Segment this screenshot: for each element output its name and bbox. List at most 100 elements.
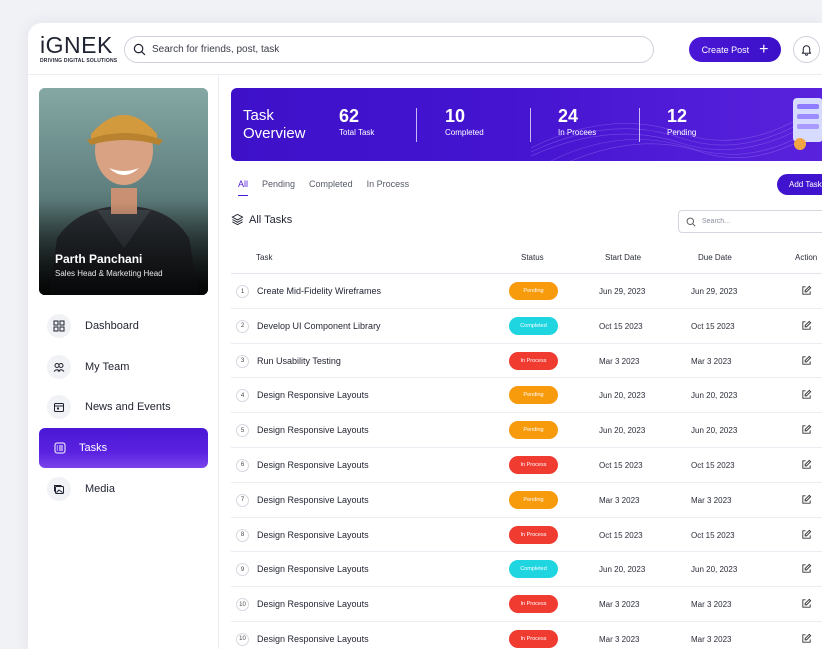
stat-divider xyxy=(639,108,640,142)
table-row[interactable]: 6 Design Responsive Layouts In Process Oct … xyxy=(231,448,822,483)
table-row[interactable]: 1 Create Mid-Fidelity Wireframes Pending Ju… xyxy=(231,274,822,309)
table-row[interactable]: 2 Develop UI Component Library Completed Oc… xyxy=(231,309,822,344)
row-number: 7 xyxy=(236,493,249,507)
tab-pending[interactable]: Pending xyxy=(262,179,295,196)
sidebar-item-label: My Team xyxy=(85,360,130,373)
stat-completed: 10 Completed xyxy=(445,106,484,137)
start-date: Jun 20, 2023 xyxy=(599,391,646,401)
due-date: Mar 3 2023 xyxy=(691,495,732,505)
edit-button[interactable] xyxy=(801,633,813,645)
tab-in-process[interactable]: In Process xyxy=(367,179,410,196)
table-row[interactable]: 4 Design Responsive Layouts Pending Jun 20,… xyxy=(231,378,822,414)
status-badge: In Process xyxy=(509,595,558,614)
layers-icon xyxy=(231,213,244,226)
task-name: Design Responsive Layouts xyxy=(257,425,369,436)
edit-button[interactable] xyxy=(801,563,813,575)
edit-button[interactable] xyxy=(801,320,813,332)
task-search-input[interactable] xyxy=(702,218,822,225)
overview-title-line1: Task xyxy=(243,107,274,124)
tab-all[interactable]: All xyxy=(238,179,249,196)
edit-button[interactable] xyxy=(801,285,813,297)
start-date: Oct 15 2023 xyxy=(599,321,643,331)
edit-button[interactable] xyxy=(801,355,813,367)
row-number: 8 xyxy=(236,528,249,542)
edit-icon xyxy=(802,355,812,365)
search-icon xyxy=(133,43,146,56)
create-post-button[interactable]: Create Post + xyxy=(689,37,781,62)
sidebar-item-my-team[interactable]: My Team xyxy=(39,347,208,387)
start-date: Mar 3 2023 xyxy=(599,634,640,644)
stat-label: Total Task xyxy=(339,128,375,137)
global-search[interactable] xyxy=(124,36,654,63)
table-row[interactable]: 3 Run Usability Testing In Process Mar 3 20… xyxy=(231,344,822,379)
edit-icon xyxy=(802,633,812,643)
due-date: Mar 3 2023 xyxy=(691,600,732,610)
stat-value: 10 xyxy=(445,106,466,126)
edit-button[interactable] xyxy=(801,598,813,610)
dashboard-icon xyxy=(53,320,65,332)
sidebar-item-label: News and Events xyxy=(85,401,171,414)
row-number: 6 xyxy=(236,458,249,472)
start-date: Oct 15 2023 xyxy=(599,460,643,470)
sidebar-item-dashboard[interactable]: Dashboard xyxy=(39,306,208,346)
table-row[interactable]: 8 Design Responsive Layouts In Process Oct … xyxy=(231,518,822,553)
edit-button[interactable] xyxy=(801,424,813,436)
sidebar: Parth Panchani Sales Head & Marketing He… xyxy=(28,75,219,649)
brand-logo[interactable]: iGNEK DRIVING DIGITAL SOLUTIONS xyxy=(40,33,117,64)
stat-label: In Procees xyxy=(558,128,597,137)
sidebar-item-news-and-events[interactable]: News and Events xyxy=(39,387,208,427)
sidebar-item-media[interactable]: Media xyxy=(39,469,208,509)
brand-tagline: DRIVING DIGITAL SOLUTIONS xyxy=(40,58,118,64)
row-number: 10 xyxy=(236,598,249,612)
sidebar-item-label: Media xyxy=(85,482,115,495)
all-tasks-title: All Tasks xyxy=(249,213,293,226)
search-input[interactable] xyxy=(152,44,632,55)
add-task-button[interactable]: Add Task xyxy=(777,174,822,195)
edit-button[interactable] xyxy=(801,389,813,401)
notifications-button[interactable] xyxy=(793,36,820,63)
profile-card[interactable]: Parth Panchani Sales Head & Marketing He… xyxy=(39,88,208,295)
tab-completed[interactable]: Completed xyxy=(309,179,353,196)
clipboard-illustration xyxy=(793,98,822,150)
status-badge: Pending xyxy=(509,386,558,405)
start-date: Mar 3 2023 xyxy=(599,356,640,366)
status-badge: In Process xyxy=(509,351,558,370)
table-row[interactable]: 10 Design Responsive Layouts In Process Mar… xyxy=(231,622,822,649)
table-row[interactable]: 10 Design Responsive Layouts In Process Mar… xyxy=(231,587,822,622)
table-header: Task Status Start Date Due Date Action xyxy=(231,247,822,274)
stat-value: 62 xyxy=(339,106,360,126)
all-tasks-heading: All Tasks xyxy=(231,213,292,226)
row-number: 10 xyxy=(236,632,249,646)
edit-icon xyxy=(802,598,812,608)
status-badge: Pending xyxy=(509,421,558,440)
calendar-icon xyxy=(54,403,64,413)
stat-in-process: 24 In Procees xyxy=(558,106,596,137)
start-date: Jun 20, 2023 xyxy=(599,565,646,575)
col-task: Task xyxy=(256,253,273,262)
edit-icon xyxy=(802,285,812,295)
edit-icon xyxy=(802,390,812,400)
status-badge: Pending xyxy=(509,490,558,509)
sidebar-item-tasks[interactable]: Tasks xyxy=(39,428,208,469)
table-row[interactable]: 9 Design Responsive Layouts Completed Jun 2… xyxy=(231,552,822,588)
create-post-label: Create Post xyxy=(701,44,750,55)
task-name: Design Responsive Layouts xyxy=(257,529,369,540)
col-start-date: Start Date xyxy=(605,253,642,262)
start-date: Jun 29, 2023 xyxy=(599,287,646,296)
task-table-body: 1 Create Mid-Fidelity Wireframes Pending Ju… xyxy=(231,274,822,649)
table-row[interactable]: 7 Design Responsive Layouts Pending Mar 3 2… xyxy=(231,483,822,518)
stat-value: 24 xyxy=(558,106,579,126)
bell-icon xyxy=(801,45,812,56)
table-row[interactable]: 5 Design Responsive Layouts Pending Jun 20,… xyxy=(231,413,822,448)
task-search[interactable] xyxy=(678,210,822,233)
row-number: 5 xyxy=(236,424,249,438)
status-badge: Completed xyxy=(509,316,558,335)
start-date: Jun 20, 2023 xyxy=(599,426,646,436)
app-window: iGNEK DRIVING DIGITAL SOLUTIONS Create P… xyxy=(28,23,822,649)
status-badge: In Process xyxy=(509,455,558,474)
edit-button[interactable] xyxy=(801,494,813,506)
edit-button[interactable] xyxy=(801,529,813,541)
task-name: Design Responsive Layouts xyxy=(257,564,369,575)
edit-button[interactable] xyxy=(801,459,813,471)
row-number: 9 xyxy=(236,563,249,577)
